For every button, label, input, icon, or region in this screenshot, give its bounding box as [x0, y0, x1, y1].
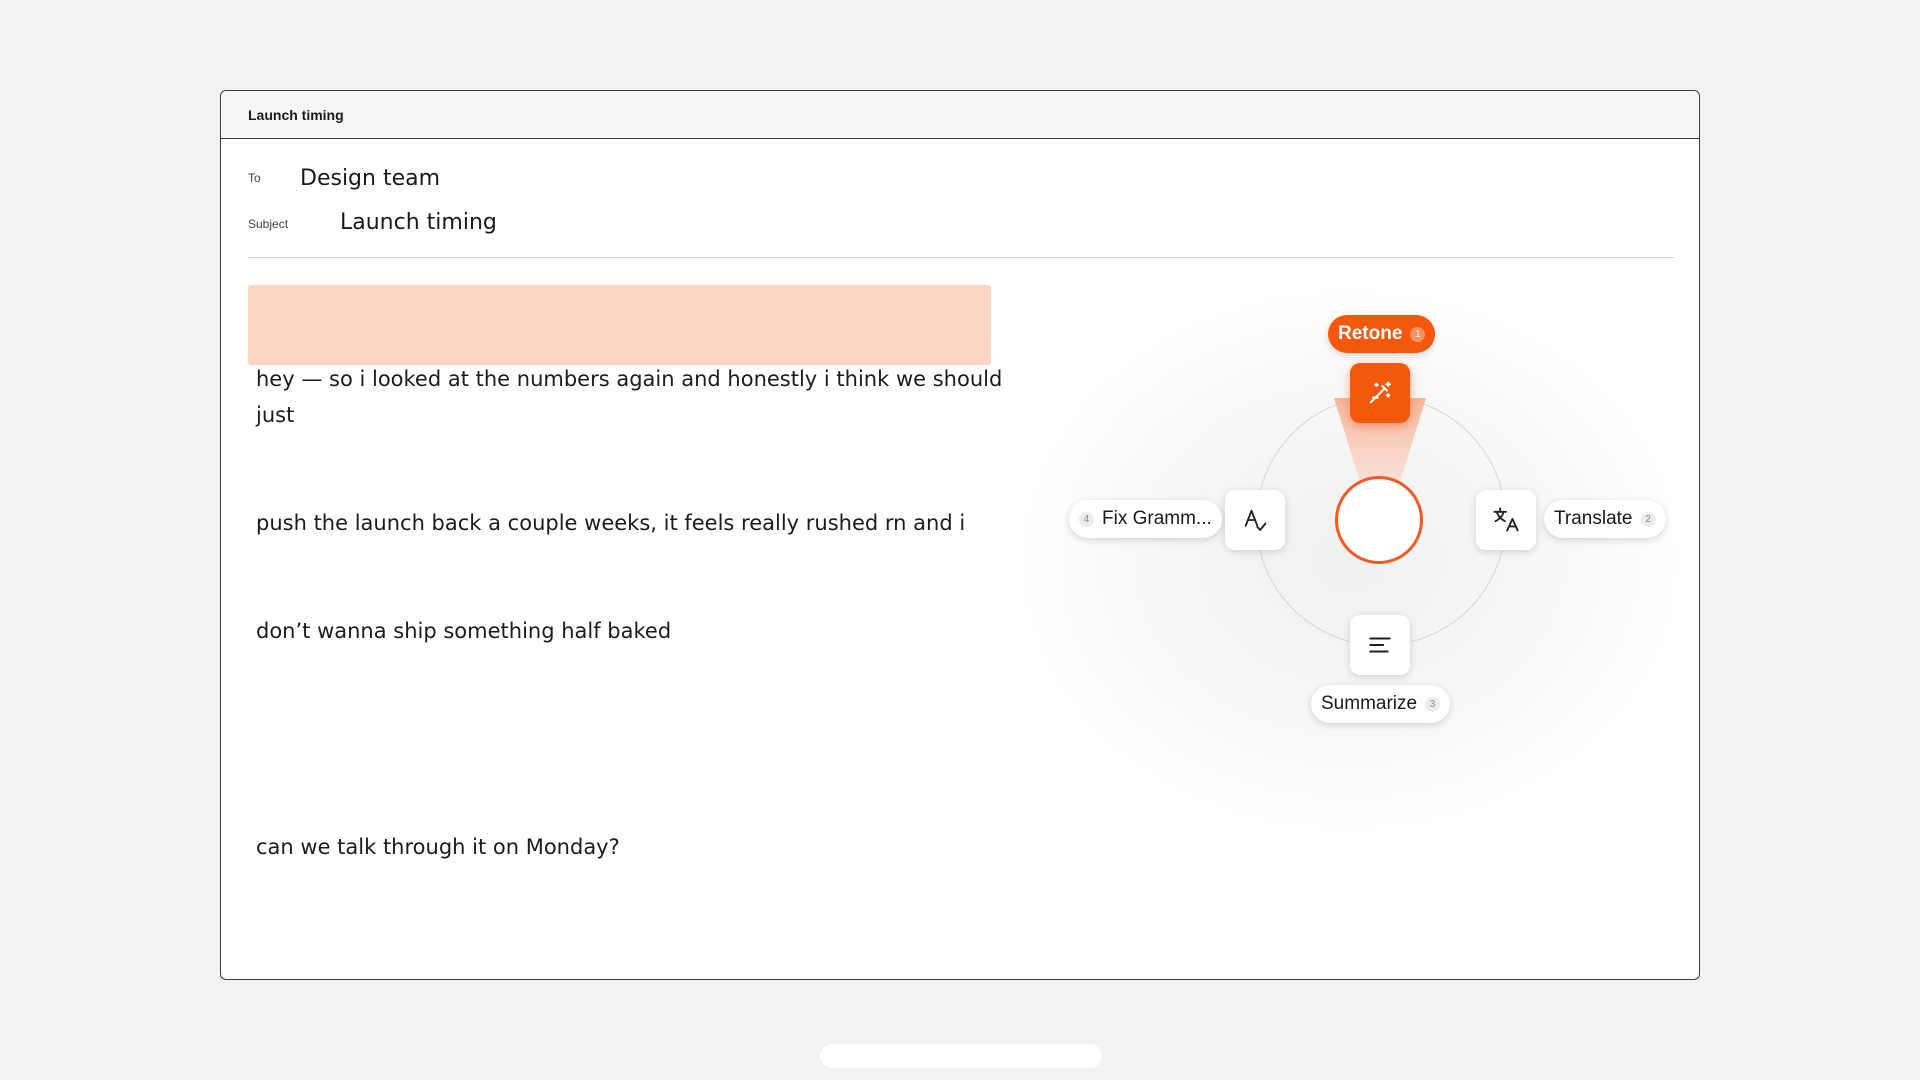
fix-grammar-label[interactable]: 4 Fix Gramm... [1069, 500, 1222, 538]
to-label: To [248, 171, 261, 185]
translate-label[interactable]: Translate 2 [1544, 500, 1666, 538]
header-divider [248, 257, 1674, 258]
title-bar: Launch timing [221, 91, 1699, 139]
subject-field[interactable]: Launch timing [340, 210, 497, 235]
body-line: push the launch back a couple weeks, it … [256, 511, 966, 535]
summarize-label[interactable]: Summarize 3 [1311, 685, 1451, 723]
home-indicator-bar[interactable] [820, 1044, 1102, 1068]
summarize-button[interactable] [1350, 615, 1410, 675]
translate-icon [1493, 507, 1519, 532]
retone-button[interactable] [1350, 363, 1410, 423]
subject-label: Subject [248, 217, 289, 231]
retone-label[interactable]: Retone 1 [1328, 315, 1436, 353]
window-title: Launch timing [248, 106, 344, 123]
summarize-lines-icon [1369, 637, 1391, 653]
magic-wand-icon [1369, 381, 1391, 404]
body-line: hey — so i looked at the numbers again a… [256, 367, 1009, 427]
translate-text: Translate [1554, 508, 1633, 529]
translate-button[interactable] [1476, 490, 1536, 550]
body-line: don’t wanna ship something half baked [256, 619, 672, 643]
menu-center-cursor[interactable] [1335, 476, 1423, 564]
summarize-shortcut-badge: 3 [1425, 696, 1441, 712]
to-field[interactable]: Design team [300, 166, 440, 191]
fix-grammar-button[interactable] [1225, 490, 1285, 550]
body-line: can we talk through it on Monday? [256, 835, 620, 859]
retone-shortcut-badge: 1 [1410, 326, 1426, 342]
fix-grammar-shortcut-badge: 4 [1079, 511, 1094, 527]
body-line [256, 721, 1036, 757]
fix-grammar-text: Fix Gramm... [1102, 508, 1212, 529]
spellcheck-icon [1244, 509, 1267, 531]
summarize-text: Summarize [1321, 693, 1418, 714]
message-body[interactable]: hey — so i looked at the numbers again a… [256, 289, 1036, 937]
retone-text: Retone [1338, 323, 1403, 344]
translate-shortcut-badge: 2 [1640, 511, 1656, 527]
